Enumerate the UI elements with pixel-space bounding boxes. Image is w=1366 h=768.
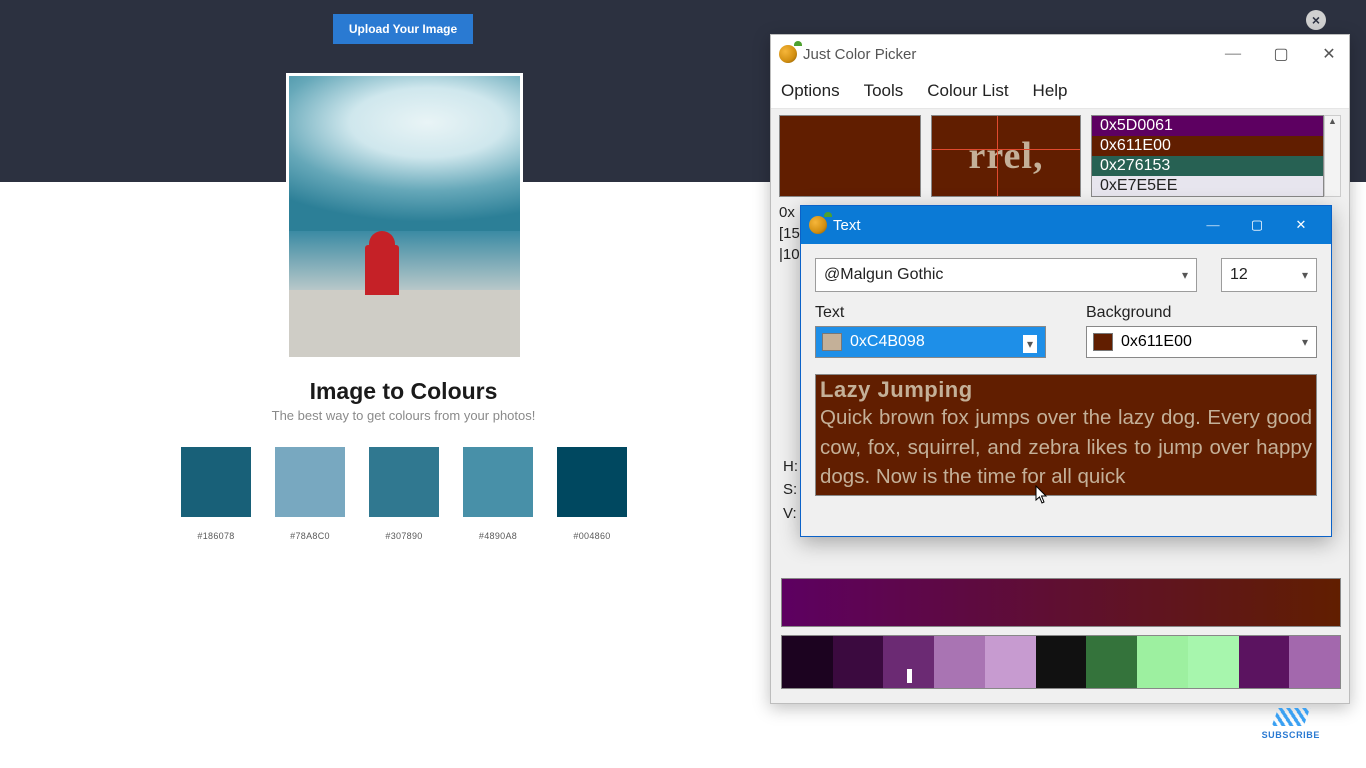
app-icon (809, 216, 827, 234)
section-subtitle: The best way to get colours from your ph… (0, 408, 807, 423)
variant-swatch[interactable] (1086, 636, 1137, 688)
gradient-bar[interactable] (781, 578, 1341, 627)
menu-item-options[interactable]: Options (781, 81, 840, 101)
text-colour-label: Text (815, 304, 1046, 322)
swatch-color (181, 447, 251, 517)
font-value: @Malgun Gothic (824, 266, 943, 284)
history-row[interactable]: 0xE7E5EE (1092, 176, 1323, 196)
preview-heading: Lazy Jumping (820, 377, 1312, 403)
hsv-label: S: (783, 478, 798, 501)
swatch-color (463, 447, 533, 517)
variant-swatch[interactable] (833, 636, 884, 688)
chevron-down-icon: ▾ (1302, 268, 1308, 282)
menu-item-colour-list[interactable]: Colour List (927, 81, 1008, 101)
zoom-preview: rrel, (931, 115, 1081, 197)
swatch-hex-label: #4890A8 (479, 531, 517, 541)
swatch-color (557, 447, 627, 517)
history-row[interactable]: 0x5D0061 (1092, 116, 1323, 136)
palette-swatch[interactable]: #78A8C0 (275, 447, 345, 541)
text-preview-window: Text — ▢ ✕ @Malgun Gothic ▾ 12 ▾ Text 0x… (800, 205, 1332, 537)
window-title: Just Color Picker (803, 46, 916, 63)
swatch-color (275, 447, 345, 517)
minimize-icon[interactable]: — (1191, 206, 1235, 244)
palette-swatch[interactable]: #186078 (181, 447, 251, 541)
preview-body: Quick brown fox jumps over the lazy dog.… (820, 403, 1312, 492)
palette-swatch[interactable]: #004860 (557, 447, 627, 541)
text-colour-value: 0xC4B098 (850, 333, 925, 351)
background-colour-swatch (1093, 333, 1113, 351)
variant-swatch[interactable] (985, 636, 1036, 688)
minimize-icon[interactable]: — (1221, 42, 1245, 66)
swatch-hex-label: #78A8C0 (290, 531, 330, 541)
close-window-icon[interactable]: ✕ (1317, 42, 1341, 66)
sample-color-box (779, 115, 921, 197)
variant-row[interactable] (781, 635, 1341, 689)
background-colour-value: 0x611E00 (1121, 333, 1192, 351)
text-titlebar[interactable]: Text — ▢ ✕ (801, 206, 1331, 244)
chevron-down-icon: ▾ (1182, 268, 1188, 282)
subscribe-label: SUBSCRIBE (1262, 730, 1320, 740)
text-colour-swatch (822, 333, 842, 351)
font-size-value: 12 (1230, 266, 1248, 284)
chevron-down-icon: ▾ (1302, 335, 1308, 349)
palette-row: #186078 #78A8C0 #307890 #4890A8 #004860 (181, 447, 627, 541)
titlebar[interactable]: Just Color Picker — ▢ ✕ (771, 35, 1349, 73)
variant-swatch[interactable] (1137, 636, 1188, 688)
section-title: Image to Colours (0, 378, 807, 405)
palette-swatch[interactable]: #4890A8 (463, 447, 533, 541)
text-colour-select[interactable]: 0xC4B098 ▾ (815, 326, 1046, 358)
colour-history: 0x5D00610x611E000x2761530xE7E5EE (1091, 115, 1341, 197)
dna-icon (1272, 708, 1311, 726)
chevron-down-icon: ▾ (1023, 335, 1037, 353)
history-row[interactable]: 0x611E00 (1092, 136, 1323, 156)
close-window-icon[interactable]: ✕ (1279, 206, 1323, 244)
text-preview-box: Lazy Jumping Quick brown fox jumps over … (815, 374, 1317, 496)
menu-item-help[interactable]: Help (1033, 81, 1068, 101)
variant-swatch[interactable] (1188, 636, 1239, 688)
maximize-icon[interactable]: ▢ (1269, 42, 1293, 66)
font-select[interactable]: @Malgun Gothic ▾ (815, 258, 1197, 292)
hero-image (286, 73, 523, 360)
swatch-hex-label: #004860 (573, 531, 610, 541)
swatch-hex-label: #307890 (385, 531, 422, 541)
colour-history-list[interactable]: 0x5D00610x611E000x2761530xE7E5EE (1091, 115, 1324, 197)
maximize-icon[interactable]: ▢ (1235, 206, 1279, 244)
upload-button[interactable]: Upload Your Image (333, 14, 473, 44)
hsv-label: H: (783, 455, 798, 478)
background-colour-label: Background (1086, 304, 1317, 322)
variant-swatch[interactable] (934, 636, 985, 688)
font-size-select[interactable]: 12 ▾ (1221, 258, 1317, 292)
swatch-hex-label: #186078 (197, 531, 234, 541)
variant-swatch[interactable] (1036, 636, 1087, 688)
close-icon[interactable]: × (1306, 10, 1326, 30)
subscribe-badge[interactable]: SUBSCRIBE (1262, 708, 1320, 740)
variant-swatch[interactable] (1289, 636, 1340, 688)
zoom-fragment-text: rrel, (969, 137, 1044, 175)
history-row[interactable]: 0x276153 (1092, 156, 1323, 176)
menu-item-tools[interactable]: Tools (864, 81, 904, 101)
background-colour-select[interactable]: 0x611E00 ▾ (1086, 326, 1317, 358)
hsv-labels: H:S:V: (783, 455, 798, 525)
scrollbar[interactable] (1324, 115, 1341, 197)
variant-swatch[interactable] (883, 636, 934, 688)
menubar: Options Tools Colour List Help (771, 73, 1349, 109)
app-icon (779, 45, 797, 63)
swatch-color (369, 447, 439, 517)
variant-swatch[interactable] (1239, 636, 1290, 688)
palette-swatch[interactable]: #307890 (369, 447, 439, 541)
text-window-title: Text (833, 217, 861, 234)
hsv-label: V: (783, 502, 798, 525)
variant-swatch[interactable] (782, 636, 833, 688)
